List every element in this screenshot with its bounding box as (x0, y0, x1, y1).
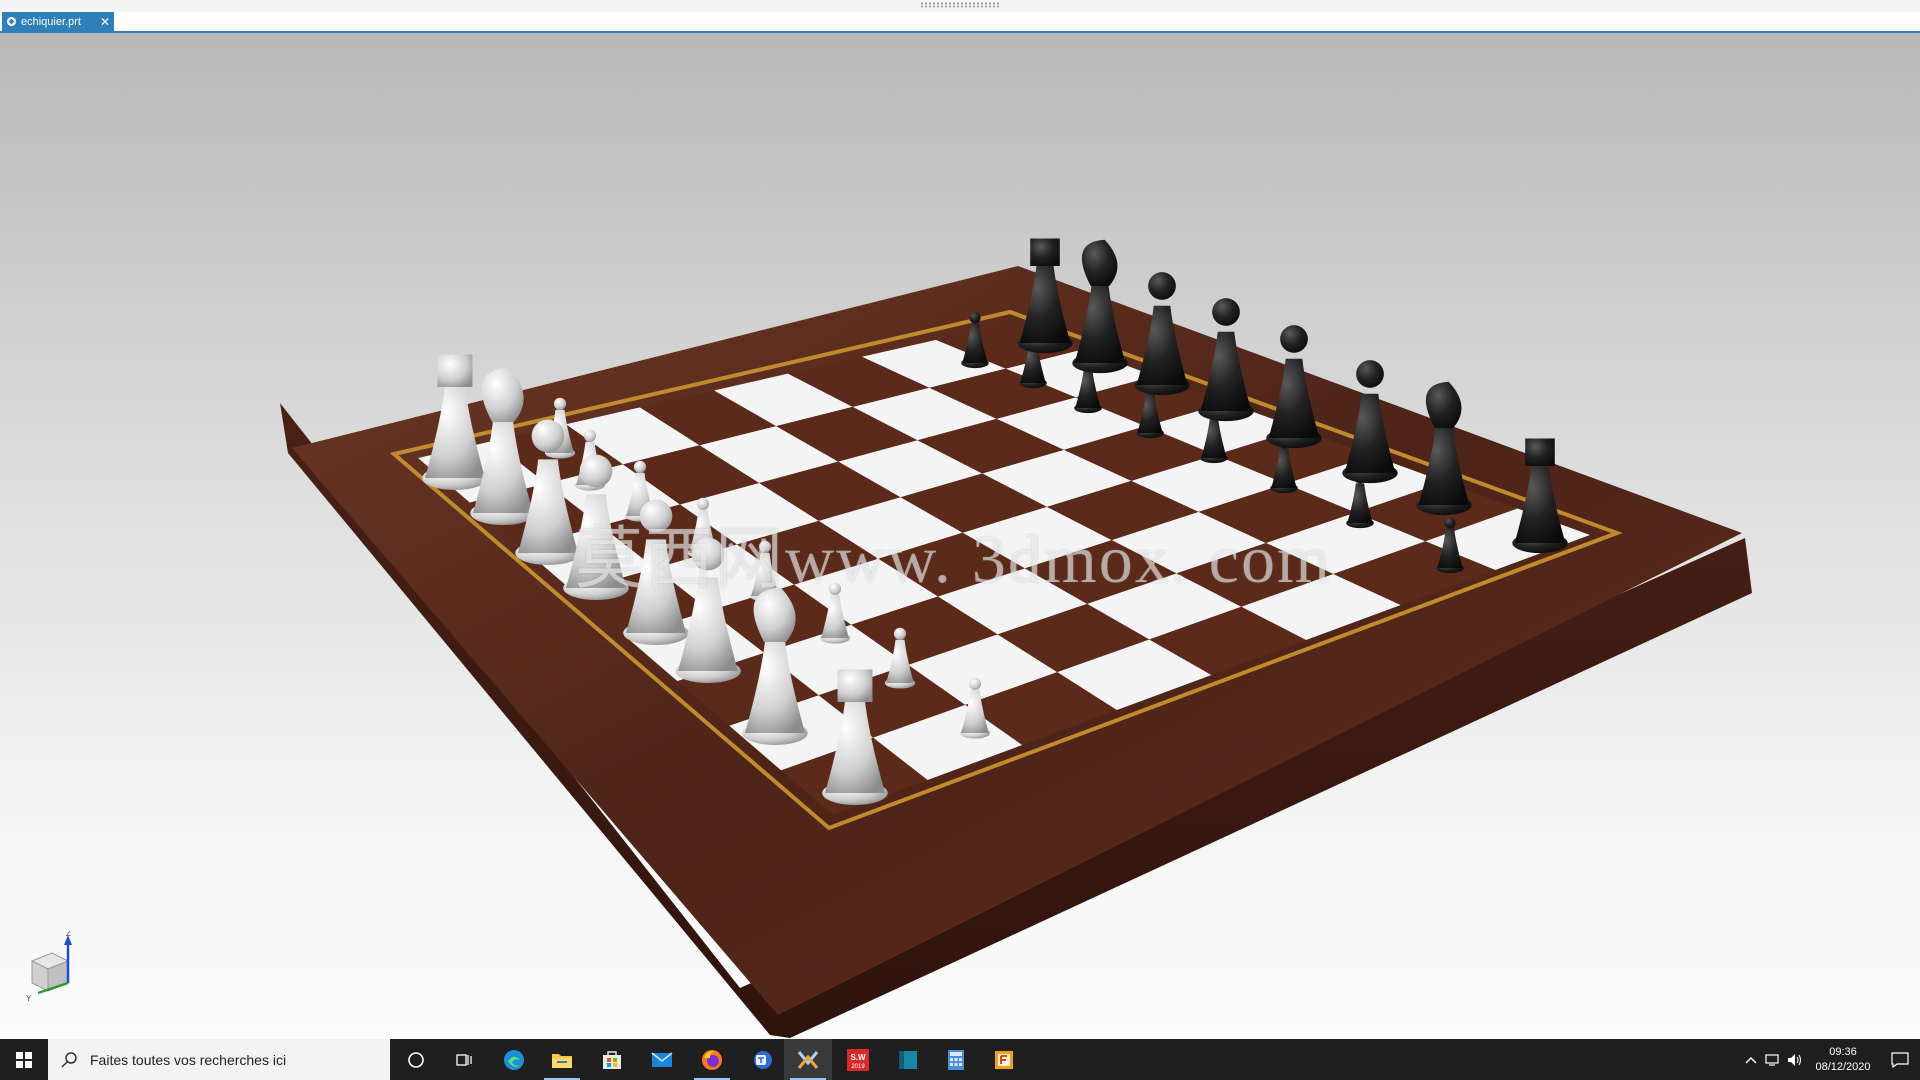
calculator-icon (948, 1049, 964, 1070)
window-top-strip (0, 0, 1920, 12)
store-button[interactable] (588, 1039, 636, 1080)
app-blue-icon (899, 1050, 917, 1069)
app-blue-button[interactable] (884, 1039, 932, 1080)
view-triad-icon[interactable]: Z Y (26, 931, 86, 1011)
teams-icon (754, 1050, 772, 1069)
search-icon (61, 1051, 77, 1068)
store-icon (603, 1050, 621, 1069)
windows-taskbar: Faites toutes vos recherches ici S.W 201… (0, 1039, 1920, 1080)
chevron-up-icon (1745, 1056, 1757, 1063)
svg-text:S.W: S.W (850, 1053, 866, 1062)
tray-volume[interactable] (1784, 1039, 1806, 1080)
edge-button[interactable] (490, 1039, 538, 1080)
tray-chevron[interactable] (1740, 1039, 1762, 1080)
clock-time: 09:36 (1829, 1045, 1857, 1058)
cortana-icon (408, 1051, 424, 1068)
taskbar-clock[interactable]: 09:36 08/12/2020 (1806, 1045, 1880, 1075)
windows-start-icon (16, 1051, 32, 1068)
mail-button[interactable] (638, 1039, 686, 1080)
teams-button[interactable] (738, 1039, 786, 1080)
app-orange-icon (995, 1050, 1013, 1069)
graphics-viewport[interactable]: 莫西网www. 3dmox. com Z Y (0, 33, 1920, 1039)
task-view-icon (456, 1053, 472, 1066)
windows-start-button[interactable] (0, 1039, 48, 1080)
system-tray: 09:36 08/12/2020 (1740, 1039, 1920, 1080)
notification-icon (1891, 1051, 1909, 1068)
task-view-button[interactable] (440, 1039, 488, 1080)
network-icon (1765, 1053, 1779, 1066)
triad-y-label: Y (26, 994, 32, 1003)
part-file-icon (6, 16, 17, 27)
taskbar-search-box[interactable]: Faites toutes vos recherches ici (48, 1039, 390, 1080)
firefox-button[interactable] (688, 1039, 736, 1080)
close-tab-icon[interactable]: ✕ (100, 15, 110, 29)
nx-icon (797, 1050, 819, 1069)
nx-button[interactable] (784, 1039, 832, 1080)
drag-grip[interactable] (920, 2, 1000, 8)
tray-network[interactable] (1762, 1039, 1784, 1080)
calculator-button[interactable] (932, 1039, 980, 1080)
cortana-button[interactable] (392, 1039, 440, 1080)
svg-text:2019: 2019 (851, 1064, 865, 1070)
search-placeholder: Faites toutes vos recherches ici (90, 1051, 287, 1068)
app-orange-button[interactable] (980, 1039, 1028, 1080)
file-explorer-icon (552, 1053, 572, 1068)
watermark-text: 莫西网www. 3dmox. com (575, 521, 1332, 597)
triad-z-label: Z (66, 931, 71, 938)
solidworks-icon: S.W 2019 (847, 1048, 869, 1071)
tab-label: echiquier.prt (21, 15, 81, 28)
document-tab-bar: echiquier.prt ✕ (0, 12, 1920, 33)
edge-icon (504, 1049, 524, 1070)
mail-icon (651, 1051, 673, 1067)
file-explorer-button[interactable] (538, 1039, 586, 1080)
clock-date: 08/12/2020 (1815, 1060, 1871, 1073)
volume-icon (1788, 1053, 1802, 1066)
firefox-icon (702, 1049, 722, 1070)
tab-echiquier[interactable]: echiquier.prt ✕ (2, 12, 114, 31)
notification-center-button[interactable] (1880, 1039, 1920, 1080)
solidworks-button[interactable]: S.W 2019 (834, 1039, 882, 1080)
